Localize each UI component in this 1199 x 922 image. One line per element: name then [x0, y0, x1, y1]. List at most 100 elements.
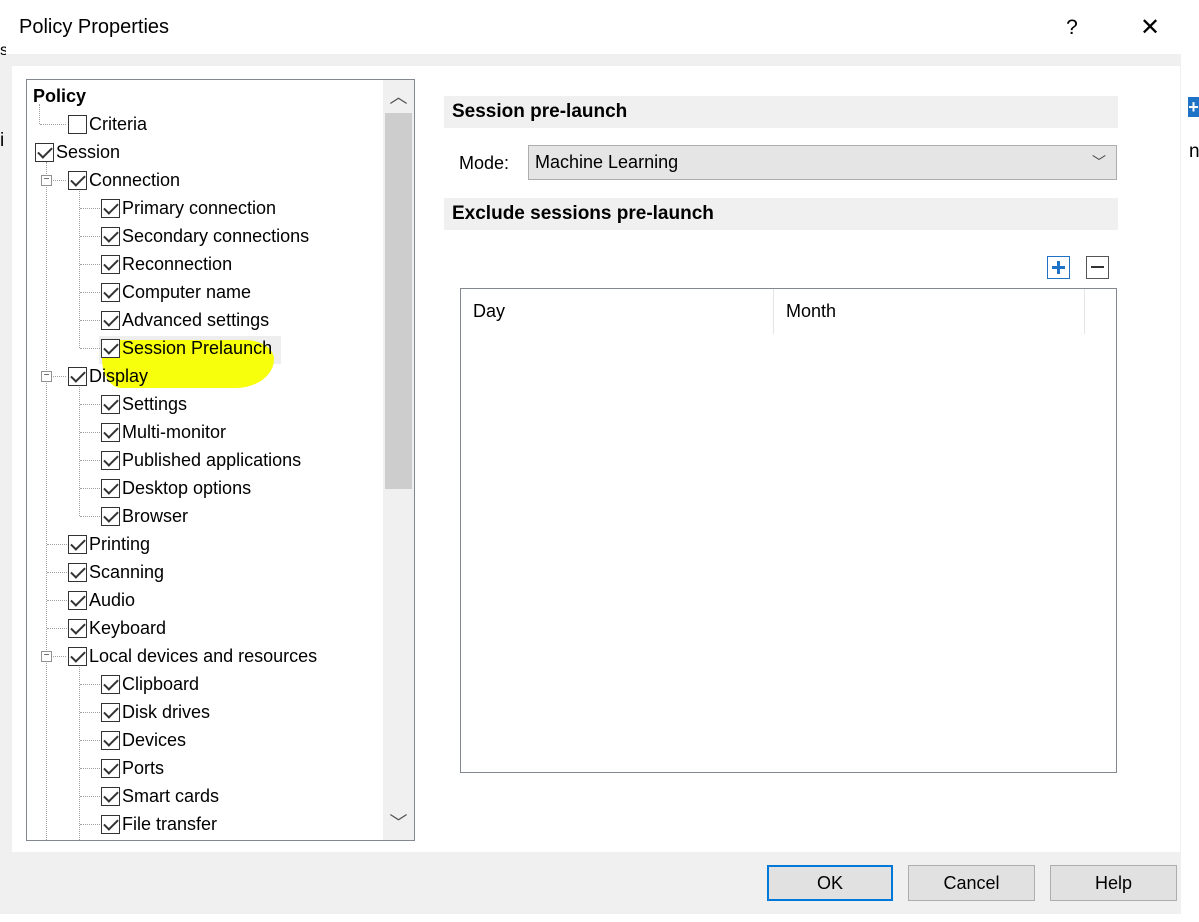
tree-item[interactable]: Secondary connections: [27, 222, 383, 250]
checkbox[interactable]: [68, 591, 87, 610]
ok-button[interactable]: OK: [767, 865, 893, 901]
help-button[interactable]: Help: [1050, 865, 1177, 901]
tree-item[interactable]: Session Prelaunch: [27, 334, 383, 362]
window-title: Policy Properties: [19, 16, 170, 38]
tree-item[interactable]: Printing: [27, 530, 383, 558]
tree-item-label: Session Prelaunch: [122, 338, 273, 358]
tree-items: Policy Criteria Session − Connection Primary …: [27, 80, 383, 840]
tree-item[interactable]: Criteria: [27, 110, 383, 138]
background-text-fragment-left-2: i: [0, 130, 4, 151]
tree-item[interactable]: Clipboard: [27, 670, 383, 698]
tree-item[interactable]: Smart cards: [27, 782, 383, 810]
checkbox[interactable]: [101, 255, 120, 274]
checkbox[interactable]: [101, 283, 120, 302]
checkbox[interactable]: [101, 395, 120, 414]
checkbox[interactable]: [68, 115, 87, 134]
checkbox[interactable]: [101, 479, 120, 498]
tree-item[interactable]: − Local devices and resources: [27, 642, 383, 670]
checkbox[interactable]: [68, 535, 87, 554]
tree-item[interactable]: Desktop options: [27, 474, 383, 502]
mode-label: Mode:: [459, 153, 510, 173]
policy-properties-dialog: Policy Properties ? ✕ + n s i Policy Crit…: [0, 0, 1199, 922]
close-button[interactable]: ✕: [1128, 10, 1172, 46]
scroll-up-icon[interactable]: ︿: [383, 82, 414, 112]
tree-item[interactable]: Multi-monitor: [27, 418, 383, 446]
checkbox[interactable]: [68, 647, 87, 666]
checkbox[interactable]: [101, 199, 120, 218]
tree-item[interactable]: File transfer: [27, 810, 383, 838]
add-exclusion-button[interactable]: [1047, 256, 1070, 279]
tree-item-label: Printing: [89, 534, 151, 554]
tree-item[interactable]: Ports: [27, 754, 383, 782]
tree-item-label: Settings: [122, 394, 188, 414]
column-header-day[interactable]: Day: [461, 289, 774, 334]
collapse-icon[interactable]: −: [41, 651, 52, 662]
checkbox[interactable]: [68, 171, 87, 190]
scroll-thumb[interactable]: [385, 113, 412, 489]
tree-item[interactable]: Published applications: [27, 446, 383, 474]
tree-item[interactable]: − Connection: [27, 166, 383, 194]
collapse-icon[interactable]: −: [41, 371, 52, 382]
tree-item[interactable]: Audio: [27, 586, 383, 614]
tree-item-label: Clipboard: [122, 674, 200, 694]
tree-item[interactable]: Advanced settings: [27, 306, 383, 334]
checkbox[interactable]: [35, 143, 54, 162]
chevron-down-icon: ﹀: [1092, 154, 1106, 170]
collapse-icon[interactable]: −: [41, 175, 52, 186]
tree-root-label: Policy: [33, 86, 87, 106]
tree-item-label: Keyboard: [89, 618, 167, 638]
tree-item-label: Ports: [122, 758, 165, 778]
tree-item-label: Session: [56, 142, 121, 162]
title-bar: Policy Properties ? ✕: [0, 0, 1199, 54]
tree-item[interactable]: − Display: [27, 362, 383, 390]
column-header-month[interactable]: Month: [774, 289, 1085, 334]
tree-item[interactable]: Primary connection: [27, 194, 383, 222]
tree-item[interactable]: Settings: [27, 390, 383, 418]
checkbox[interactable]: [101, 423, 120, 442]
mode-select[interactable]: Machine Learning ﹀: [528, 145, 1117, 180]
policy-tree[interactable]: Policy Criteria Session − Connection Primary …: [26, 79, 415, 841]
checkbox[interactable]: [101, 227, 120, 246]
checkbox[interactable]: [101, 339, 120, 358]
tree-item[interactable]: Session: [27, 138, 383, 166]
checkbox[interactable]: [101, 787, 120, 806]
tree-item-label: Devices: [122, 730, 187, 750]
tree-item[interactable]: Devices: [27, 726, 383, 754]
checkbox[interactable]: [101, 815, 120, 834]
checkbox[interactable]: [101, 311, 120, 330]
tree-item-label: Multi-monitor: [122, 422, 227, 442]
checkbox[interactable]: [101, 507, 120, 526]
tree-item[interactable]: Computer name: [27, 278, 383, 306]
help-title-button[interactable]: ?: [1052, 10, 1092, 46]
checkbox[interactable]: [101, 759, 120, 778]
checkbox[interactable]: [101, 731, 120, 750]
tree-scrollbar[interactable]: ︿ ﹀: [383, 80, 414, 840]
tree-item-label: Browser: [122, 506, 189, 526]
remove-exclusion-button[interactable]: [1086, 256, 1109, 279]
checkbox[interactable]: [68, 367, 87, 386]
tree-item-label: Smart cards: [122, 786, 220, 806]
tree-item[interactable]: Policy: [27, 82, 383, 110]
tree-item-label: Criteria: [89, 114, 148, 134]
tree-item-label: Reconnection: [122, 254, 233, 274]
tree-item[interactable]: Disk drives: [27, 698, 383, 726]
tree-item-label: Audio: [89, 590, 136, 610]
tree-item[interactable]: Keyboard: [27, 614, 383, 642]
mode-selected-value: Machine Learning: [535, 152, 679, 172]
session-prelaunch-heading: Session pre-launch: [444, 96, 1118, 128]
tree-item-label: Connection: [89, 170, 181, 190]
tree-item[interactable]: Scanning: [27, 558, 383, 586]
background-window-edge: [1181, 54, 1199, 922]
exclusions-table[interactable]: Day Month: [460, 288, 1117, 773]
checkbox[interactable]: [101, 703, 120, 722]
checkbox[interactable]: [68, 563, 87, 582]
cancel-button[interactable]: Cancel: [908, 865, 1035, 901]
checkbox[interactable]: [101, 451, 120, 470]
exclude-heading: Exclude sessions pre-launch: [444, 198, 1118, 230]
tree-item[interactable]: Browser: [27, 502, 383, 530]
scroll-down-icon[interactable]: ﹀: [383, 808, 414, 838]
checkbox[interactable]: [68, 619, 87, 638]
bottom-edge: [0, 914, 1199, 922]
checkbox[interactable]: [101, 675, 120, 694]
tree-item[interactable]: Reconnection: [27, 250, 383, 278]
